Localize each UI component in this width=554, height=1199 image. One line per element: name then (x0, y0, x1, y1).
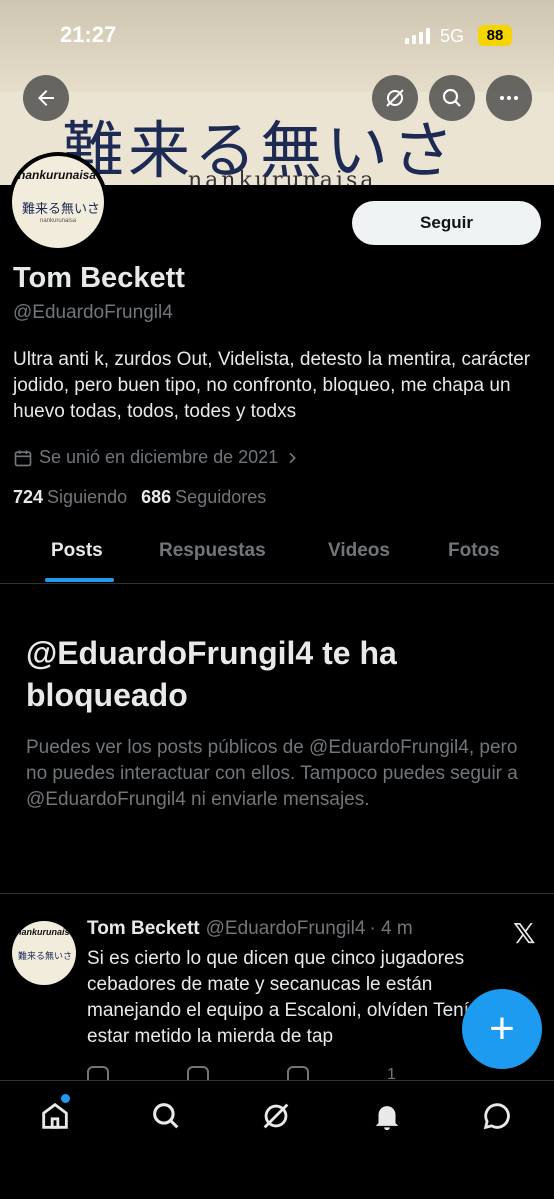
post-actions: 1 (87, 1066, 537, 1080)
grok-icon (386, 89, 404, 107)
followers-label: Seguidores (175, 487, 267, 507)
battery-icon: 88 (478, 25, 512, 46)
back-arrow-icon (38, 90, 54, 106)
network-label: 5G (440, 26, 465, 46)
calendar-icon (14, 450, 32, 466)
follow-button[interactable]: Seguir (352, 201, 541, 245)
profile-tabs: Posts Respuestas Videos Fotos (0, 528, 554, 584)
post-avatar-mid-text: 難来る無いさ (18, 952, 73, 962)
post-author-name[interactable]: Tom Beckett (87, 918, 200, 939)
nav-notifications[interactable] (370, 1099, 404, 1133)
grok-button[interactable] (372, 75, 418, 121)
profile-avatar[interactable]: nankurunaisa 難来る無いさ nankurunaisa (8, 152, 108, 252)
profile-name: Tom Beckett (13, 262, 185, 294)
follow-stats: 724 Siguiendo 686 Seguidores (13, 487, 266, 508)
joined-date[interactable]: Se unió en diciembre de 2021 (13, 447, 300, 468)
back-button[interactable] (23, 75, 69, 121)
active-tab-indicator (45, 578, 114, 582)
tab-posts[interactable]: Posts (51, 540, 103, 562)
like-icon[interactable] (287, 1066, 309, 1080)
blocked-description: Puedes ver los posts públicos de @Eduard… (26, 737, 518, 810)
reply-icon[interactable] (87, 1066, 109, 1080)
messages-icon (483, 1103, 510, 1130)
following-stat[interactable]: 724 Siguiendo (13, 487, 127, 508)
avatar-top-text: nankurunaisa (18, 168, 97, 182)
profile-handle: @EduardoFrungil4 (13, 302, 173, 323)
nav-messages[interactable] (480, 1099, 514, 1133)
notifications-icon (375, 1106, 399, 1131)
avatar-mid-text: 難来る無いさ (22, 202, 101, 217)
followers-count: 686 (141, 487, 172, 507)
post-avatar[interactable]: nankurunaisa 難来る無いさ (12, 921, 76, 985)
avatar-bottom-text: nankurunaisa (40, 218, 77, 224)
post-time: · 4 m (369, 918, 413, 939)
blocked-title: @EduardoFrungil4 te ha bloqueado (26, 635, 397, 713)
following-label: Siguiendo (47, 487, 128, 507)
tab-videos[interactable]: Videos (328, 540, 390, 562)
tab-respuestas[interactable]: Respuestas (159, 540, 266, 562)
search-icon (442, 88, 461, 107)
chevron-right-icon (289, 452, 297, 463)
banner-subtext: nankurunaisa (188, 168, 377, 185)
views-count: 1 (387, 1066, 396, 1080)
post-avatar-top-text: nankurunaisa (16, 927, 75, 937)
nav-grok[interactable] (259, 1099, 293, 1133)
more-button[interactable] (486, 75, 532, 121)
profile-bio: Ultra anti k, zurdos Out, Videlista, det… (13, 349, 531, 422)
home-icon (42, 1102, 68, 1129)
nav-home[interactable] (38, 1099, 72, 1133)
tab-fotos[interactable]: Fotos (448, 540, 500, 562)
home-unread-dot (61, 1094, 70, 1103)
joined-label: Se unió en diciembre de 2021 (39, 447, 279, 467)
divider (0, 893, 554, 894)
search-button[interactable] (429, 75, 475, 121)
post-author-handle[interactable]: @EduardoFrungil4 (206, 918, 366, 939)
post-text[interactable]: Si es cierto lo que dicen que cinco juga… (87, 946, 527, 1050)
avatar-image: nankurunaisa 難来る無いさ nankurunaisa (12, 156, 104, 248)
status-time: 21:27 (60, 22, 117, 47)
signal-icon (405, 28, 430, 44)
grok-icon (263, 1103, 289, 1129)
following-count: 724 (13, 487, 44, 507)
status-bar: 21:27 5G 88 (0, 0, 554, 72)
compose-post-button[interactable]: + (462, 989, 542, 1069)
more-icon (500, 96, 518, 100)
bottom-nav (0, 1080, 554, 1199)
post-header: Tom Beckett @EduardoFrungil4 · 4 m (87, 918, 413, 940)
nav-search[interactable] (149, 1099, 183, 1133)
followers-stat[interactable]: 686 Seguidores (141, 487, 266, 508)
search-icon (153, 1103, 179, 1129)
repost-icon[interactable] (187, 1066, 209, 1080)
